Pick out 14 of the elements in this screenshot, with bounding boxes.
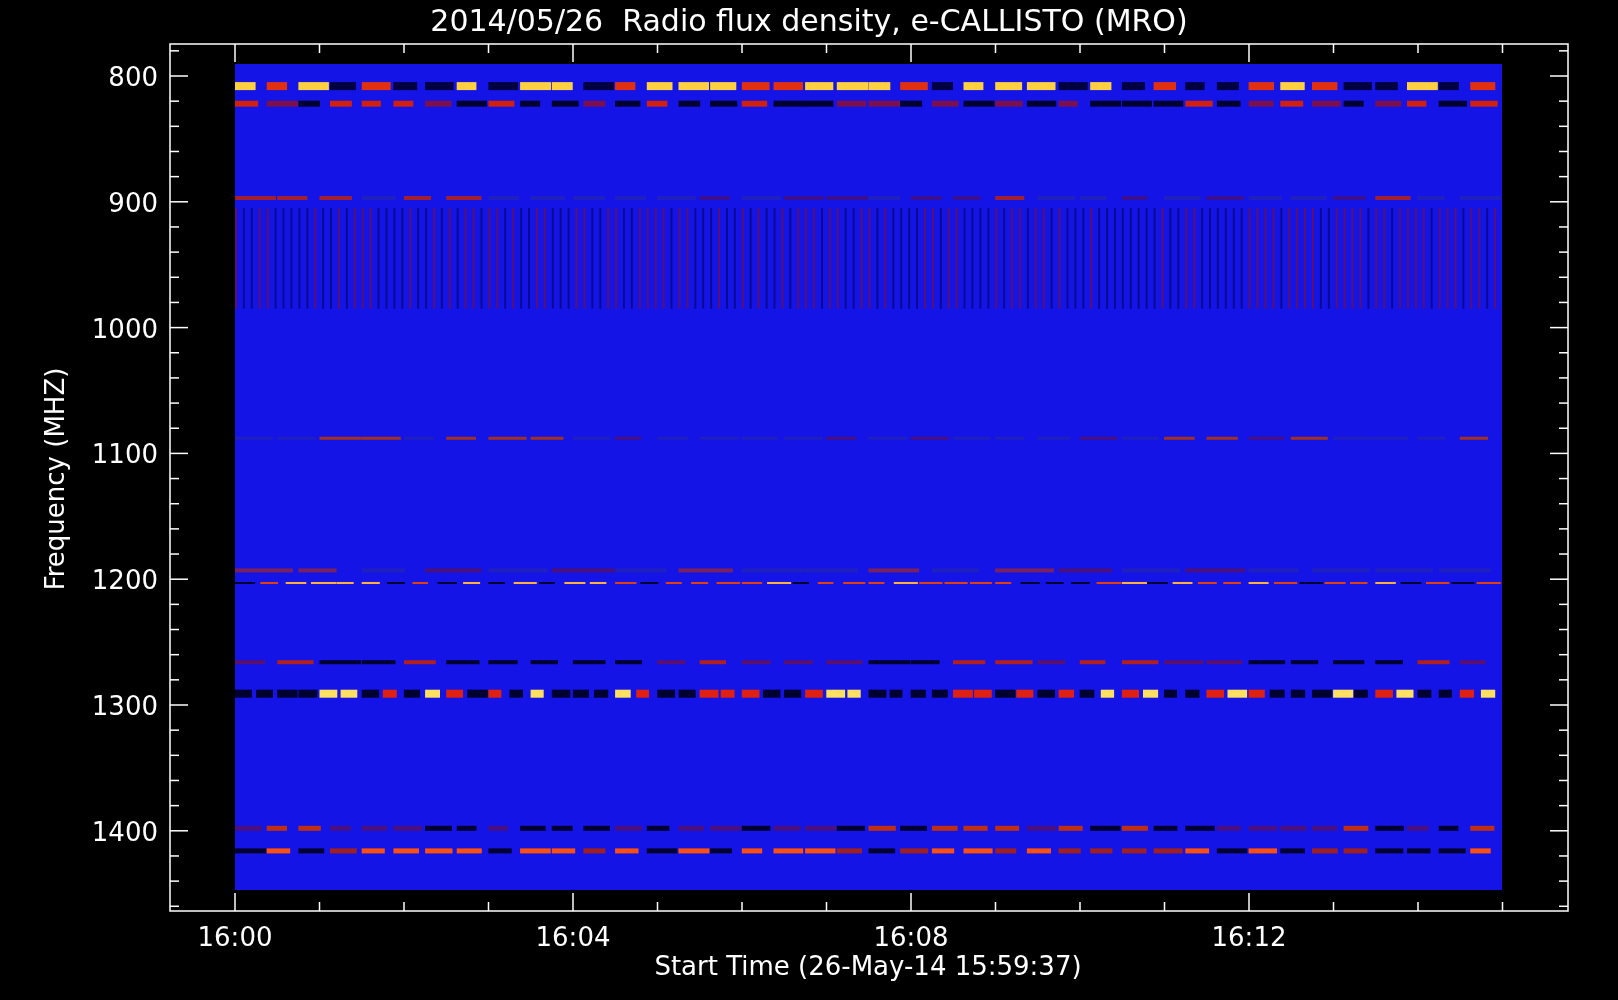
x-tick-label: 16:04 — [535, 922, 611, 952]
x-axis-label: Start Time (26-May-14 15:59:37) — [654, 951, 1082, 981]
y-tick-label: 1300 — [91, 691, 158, 721]
y-tick-label: 900 — [108, 187, 158, 218]
y-tick-label: 1000 — [91, 313, 158, 344]
x-tick-label: 16:12 — [1211, 922, 1287, 952]
x-tick-label: 16:00 — [197, 922, 273, 952]
x-tick-label: 16:08 — [873, 922, 949, 952]
y-tick-label: 800 — [108, 62, 158, 92]
y-tick-label: 1400 — [91, 816, 158, 847]
y-tick-label: 1200 — [91, 565, 158, 596]
y-tick-label: 1100 — [91, 439, 158, 470]
y-axis-label: Frequency (MHZ) — [40, 367, 70, 591]
chart-title: 2014/05/26 Radio flux density, e-CALLISTO (MRO) — [430, 3, 1188, 38]
